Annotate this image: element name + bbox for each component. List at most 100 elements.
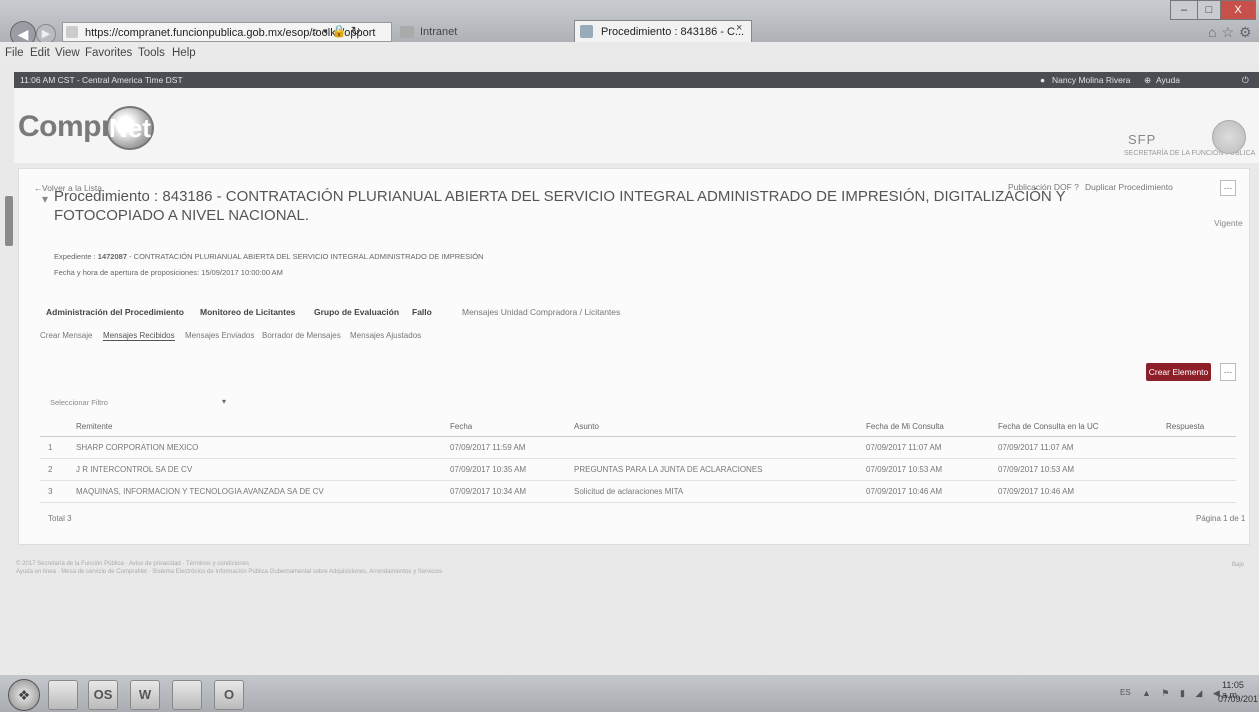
row-asunto[interactable]: Solicitud de aclaraciones MITA — [574, 480, 866, 503]
window-buttons: – □ X — [1170, 0, 1256, 20]
logo-bar — [14, 88, 1259, 163]
home-favorites-settings-icons[interactable]: ⌂☆⚙ — [1208, 24, 1257, 41]
menu-edit[interactable]: Edit — [30, 42, 50, 64]
subtab-mensajes-enviados[interactable]: Mensajes Enviados — [185, 331, 254, 340]
maximize-button[interactable]: □ — [1197, 0, 1221, 20]
menu-bar: File Edit View Favorites Tools Help — [0, 42, 1259, 64]
collapse-chevron-icon[interactable]: ▾ — [42, 192, 48, 206]
row-respuesta — [1166, 458, 1236, 481]
row-asunto[interactable] — [574, 436, 866, 459]
help-link[interactable]: Ayuda — [1156, 72, 1180, 88]
row-remitente[interactable]: J R INTERCONTROL SA DE CV — [76, 458, 450, 481]
row-consulta-uc: 07/09/2017 11:07 AM — [998, 436, 1166, 459]
expediente-description: - CONTRATACIÓN PLURIANUAL ABIERTA DEL SE… — [129, 252, 484, 261]
tab-active[interactable]: Procedimiento : 843186 - C... — [574, 20, 752, 42]
chevron-down-icon[interactable]: ▾ — [222, 397, 226, 406]
row-respuesta — [1166, 480, 1236, 503]
row-index: 3 — [40, 480, 76, 503]
col-remitente[interactable]: Remitente — [76, 416, 450, 437]
table-row[interactable]: 2 J R INTERCONTROL SA DE CV 07/09/2017 1… — [40, 458, 1236, 481]
row-fecha: 07/09/2017 10:34 AM — [450, 480, 574, 503]
row-mi-consulta: 07/09/2017 10:53 AM — [866, 458, 998, 481]
menu-file[interactable]: File — [5, 42, 24, 64]
menu-help[interactable]: Help — [172, 42, 196, 64]
tab-intranet[interactable]: Intranet — [396, 22, 566, 42]
filter-select[interactable]: Seleccionar Filtro — [50, 396, 228, 410]
tab-mensajes[interactable]: Mensajes Unidad Compradora / Licitantes — [462, 307, 620, 317]
row-consulta-uc: 07/09/2017 10:46 AM — [998, 480, 1166, 503]
footer-right-label: Bajo — [1232, 562, 1245, 568]
system-tray-icons[interactable]: ▲ ⚑ ▮ ◢ ◀ — [1142, 688, 1224, 699]
language-indicator[interactable]: ES — [1120, 688, 1131, 697]
file-explorer-icon[interactable] — [48, 680, 78, 710]
globe-icon: ⊕ — [1144, 75, 1152, 85]
row-respuesta — [1166, 436, 1236, 459]
time-zone-label: 11:06 AM CST - Central America Time DST — [20, 75, 183, 85]
procedure-title: Procedimiento : 843186 - CONTRATACIÓN PL… — [54, 188, 1066, 224]
row-consulta-uc: 07/09/2017 10:53 AM — [998, 458, 1166, 481]
expediente-line: Expediente : 1472087 - CONTRATACIÓN PLUR… — [54, 252, 483, 261]
tab-administracion[interactable]: Administración del Procedimiento — [46, 307, 184, 317]
windows-start-icon[interactable]: ❖ — [8, 679, 40, 711]
col-fecha-consulta-uc[interactable]: Fecha de Consulta en la UC — [998, 416, 1166, 437]
menu-favorites[interactable]: Favorites — [85, 42, 132, 64]
word-icon[interactable]: W — [130, 680, 160, 710]
tab-close-icon[interactable]: × — [736, 22, 742, 34]
address-bar-controls[interactable]: ⌕▾🔒↻ — [312, 24, 365, 39]
row-remitente[interactable]: SHARP CORPORATION MEXICO — [76, 436, 450, 459]
create-element-button[interactable]: Crear Elemento — [1146, 363, 1211, 381]
user-name[interactable]: Nancy Molina Rivera — [1052, 72, 1130, 88]
row-fecha: 07/09/2017 10:35 AM — [450, 458, 574, 481]
table-header-row: Remitente Fecha Asunto Fecha de Mi Consu… — [40, 416, 1236, 437]
sfp-logo: SFP — [1128, 132, 1157, 147]
app-top-bar: 11:06 AM CST - Central America Time DST … — [14, 72, 1259, 88]
footer-line-2: Ayuda en línea · Mesa de servicio de Com… — [16, 569, 443, 575]
user-icon: ● — [1040, 75, 1046, 85]
row-remitente[interactable]: MAQUINAS, INFORMACION Y TECNOLOGIA AVANZ… — [76, 480, 450, 503]
messages-table: Remitente Fecha Asunto Fecha de Mi Consu… — [40, 416, 1236, 503]
tab-monitoreo-licitantes[interactable]: Monitoreo de Licitantes — [200, 307, 295, 317]
side-panel-handle[interactable] — [5, 196, 13, 246]
more-actions-button[interactable]: ··· — [1220, 180, 1236, 196]
subtab-crear-mensaje[interactable]: Crear Mensaje — [40, 331, 92, 340]
col-respuesta[interactable]: Respuesta — [1166, 416, 1236, 437]
more-options-button[interactable]: ··· — [1220, 363, 1236, 381]
internet-explorer-icon[interactable] — [172, 680, 202, 710]
subtab-mensajes-recibidos[interactable]: Mensajes Recibidos — [103, 331, 175, 341]
total-count: Total 3 — [48, 514, 72, 523]
expediente-label: Expediente : — [54, 252, 96, 261]
row-index: 2 — [40, 458, 76, 481]
national-seal-icon — [1212, 120, 1246, 154]
row-index: 1 — [40, 436, 76, 459]
pagination-label: Página 1 de 1 — [1196, 514, 1246, 523]
site-icon — [66, 26, 78, 38]
footer-text: © 2017 Secretaría de la Función Pública … — [16, 560, 1176, 576]
col-asunto[interactable]: Asunto — [574, 416, 866, 437]
menu-tools[interactable]: Tools — [138, 42, 165, 64]
tab-fallo[interactable]: Fallo — [412, 307, 432, 317]
row-mi-consulta: 07/09/2017 11:07 AM — [866, 436, 998, 459]
office-icon[interactable]: O — [214, 680, 244, 710]
forward-arrow-icon[interactable]: ▶ — [36, 24, 56, 44]
clock-date[interactable]: 07/09/2017 — [1218, 694, 1259, 704]
col-fecha-mi-consulta[interactable]: Fecha de Mi Consulta — [866, 416, 998, 437]
subtab-ajustados[interactable]: Mensajes Ajustados — [350, 331, 421, 340]
col-index — [40, 416, 76, 437]
table-row[interactable]: 1 SHARP CORPORATION MEXICO 07/09/2017 11… — [40, 436, 1236, 459]
outlook-icon[interactable]: OS — [88, 680, 118, 710]
minimize-button[interactable]: – — [1170, 0, 1198, 20]
close-button[interactable]: X — [1220, 0, 1256, 20]
power-icon[interactable]: ⏻ — [1242, 72, 1249, 88]
col-fecha[interactable]: Fecha — [450, 416, 574, 437]
tab-grupo-evaluacion[interactable]: Grupo de Evaluación — [314, 307, 399, 317]
compranet-globe-logo: Net — [106, 106, 154, 150]
subtab-borrador[interactable]: Borrador de Mensajes — [262, 331, 341, 340]
table-row[interactable]: 3 MAQUINAS, INFORMACION Y TECNOLOGIA AVA… — [40, 480, 1236, 503]
expediente-number[interactable]: 1472087 — [98, 252, 127, 261]
row-mi-consulta: 07/09/2017 10:46 AM — [866, 480, 998, 503]
menu-view[interactable]: View — [55, 42, 80, 64]
row-asunto[interactable]: PREGUNTAS PARA LA JUNTA DE ACLARACIONES — [574, 458, 866, 481]
duplicate-procedure-link[interactable]: Duplicar Procedimiento — [1085, 182, 1173, 192]
footer-line-1[interactable]: © 2017 Secretaría de la Función Pública … — [16, 560, 1176, 568]
page-favicon-icon — [580, 25, 593, 38]
